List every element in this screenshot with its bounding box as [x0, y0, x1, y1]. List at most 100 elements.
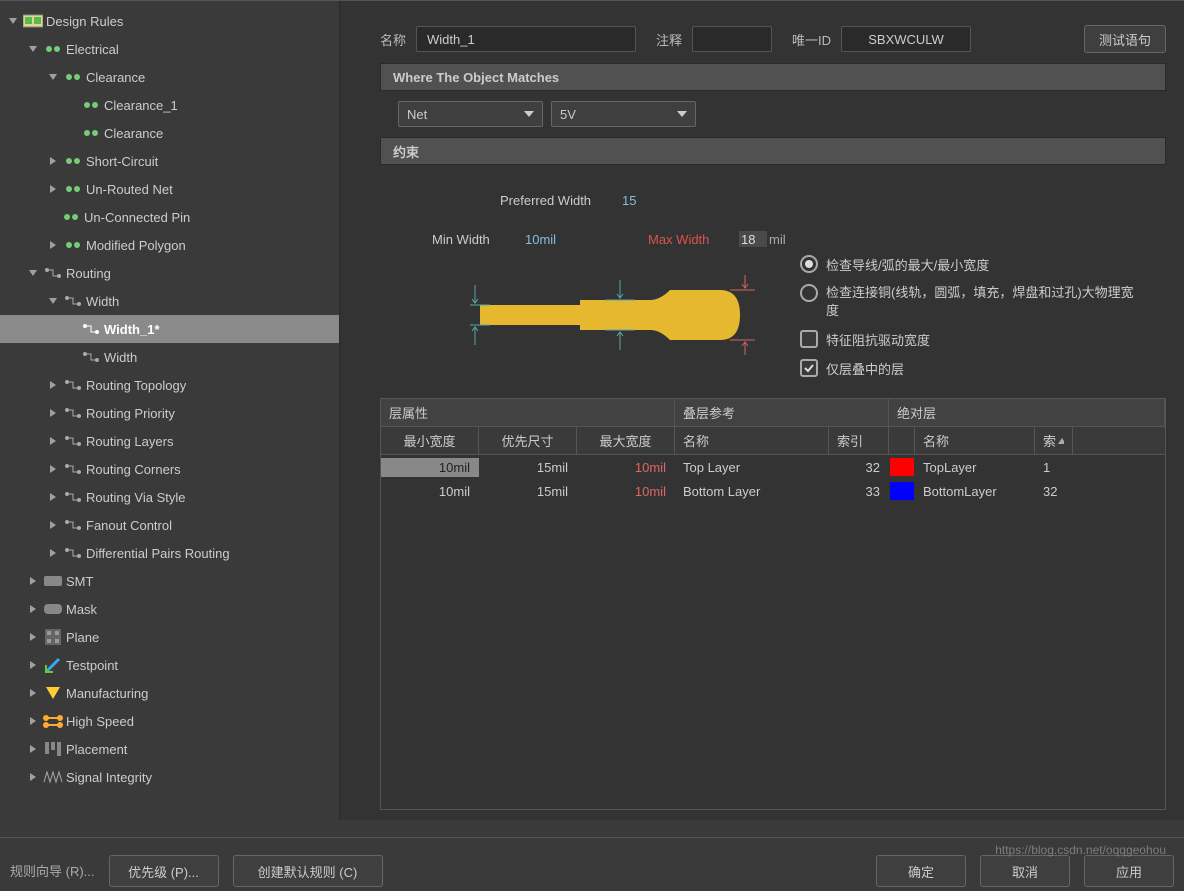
layer-table[interactable]: 层属性 叠层参考 绝对层 最小宽度 优先尺寸 最大宽度 名称 索引 名称 索 1…	[380, 398, 1166, 810]
collapse-icon[interactable]	[46, 490, 60, 504]
cell-abs-name: TopLayer	[915, 458, 1035, 477]
col-header[interactable]: 索	[1035, 427, 1073, 454]
tree-unconnected[interactable]: Un-Connected Pin	[0, 203, 339, 231]
collapse-icon[interactable]	[26, 574, 40, 588]
tree-design-rules[interactable]: Design Rules	[0, 7, 339, 35]
tree-unrouted[interactable]: Un-Routed Net	[0, 175, 339, 203]
expand-icon[interactable]	[26, 266, 40, 280]
collapse-icon[interactable]	[46, 518, 60, 532]
tree-signal-integrity[interactable]: Signal Integrity	[0, 763, 339, 791]
col-header[interactable]: 优先尺寸	[479, 427, 577, 454]
tree-clearance-2[interactable]: Clearance	[0, 119, 339, 147]
option-check-copper[interactable]: 检查连接铜(线轨，圆弧，填充，焊盘和过孔)大物理宽度	[800, 284, 1146, 320]
col-header[interactable]: 最大宽度	[577, 427, 675, 454]
tree-smt[interactable]: SMT	[0, 567, 339, 595]
tree-label: Un-Connected Pin	[84, 210, 190, 225]
option-check-track-arc[interactable]: 检查导线/弧的最大/最小宽度	[800, 255, 1146, 274]
cell-pref[interactable]: 15mil	[479, 458, 577, 477]
tree-width-2[interactable]: Width	[0, 343, 339, 371]
unit-label: mil	[769, 232, 786, 247]
collapse-icon[interactable]	[46, 462, 60, 476]
tree-width-1[interactable]: Width_1*	[0, 315, 339, 343]
cancel-button[interactable]: 取消	[980, 855, 1070, 887]
tree-testpoint[interactable]: Testpoint	[0, 651, 339, 679]
tree-routing[interactable]: Routing	[0, 259, 339, 287]
collapse-icon[interactable]	[26, 658, 40, 672]
ok-button[interactable]: 确定	[876, 855, 966, 887]
collapse-icon[interactable]	[46, 546, 60, 560]
col-header[interactable]: 名称	[675, 427, 829, 454]
expand-icon[interactable]	[46, 70, 60, 84]
query-type-dropdown[interactable]: Net	[398, 101, 543, 127]
tree-routing-layers[interactable]: Routing Layers	[0, 427, 339, 455]
comment-field[interactable]	[692, 26, 772, 52]
expand-icon[interactable]	[6, 14, 20, 28]
table-row[interactable]: 10mil 15mil 10mil Bottom Layer 33 Bottom…	[381, 479, 1165, 503]
tree-clearance[interactable]: Clearance	[0, 63, 339, 91]
dropdown-value: 5V	[560, 107, 576, 122]
option-label: 仅层叠中的层	[826, 359, 904, 378]
collapse-icon[interactable]	[26, 630, 40, 644]
tree-electrical[interactable]: Electrical	[0, 35, 339, 63]
tree-label: Routing Corners	[86, 462, 181, 477]
wizard-link[interactable]: 规则向导 (R)...	[10, 861, 95, 887]
tree-plane[interactable]: Plane	[0, 623, 339, 651]
checkbox-icon[interactable]	[800, 330, 818, 348]
collapse-icon[interactable]	[46, 182, 60, 196]
collapse-icon[interactable]	[46, 378, 60, 392]
checkbox-icon[interactable]	[800, 359, 818, 377]
collapse-icon[interactable]	[46, 434, 60, 448]
col-header[interactable]: 最小宽度	[381, 427, 479, 454]
tree-highspeed[interactable]: High Speed	[0, 707, 339, 735]
tree-routing-corners[interactable]: Routing Corners	[0, 455, 339, 483]
expand-icon[interactable]	[26, 42, 40, 56]
cell-max[interactable]: 10mil	[577, 482, 675, 501]
tree-placement[interactable]: Placement	[0, 735, 339, 763]
cell-min[interactable]: 10mil	[381, 482, 479, 501]
tree-modified-polygon[interactable]: Modified Polygon	[0, 231, 339, 259]
tree-diffpair[interactable]: Differential Pairs Routing	[0, 539, 339, 567]
cell-max[interactable]: 10mil	[577, 458, 675, 477]
col-header[interactable]: 索引	[829, 427, 889, 454]
cell-swatch	[889, 480, 915, 502]
option-stack-layers[interactable]: 仅层叠中的层	[800, 359, 1146, 378]
tree-label: Un-Routed Net	[86, 182, 173, 197]
test-query-button[interactable]: 测试语句	[1084, 25, 1166, 53]
collapse-icon[interactable]	[26, 686, 40, 700]
priority-button[interactable]: 优先级 (P)...	[109, 855, 219, 887]
tree-routing-topology[interactable]: Routing Topology	[0, 371, 339, 399]
group-header: 层属性	[381, 399, 675, 426]
radio-icon[interactable]	[800, 284, 818, 302]
collapse-icon[interactable]	[26, 602, 40, 616]
collapse-icon[interactable]	[26, 714, 40, 728]
max-width-input[interactable]	[738, 230, 768, 248]
collapse-icon[interactable]	[46, 154, 60, 168]
tree-mask[interactable]: Mask	[0, 595, 339, 623]
width-icon	[80, 321, 102, 337]
option-impedance[interactable]: 特征阻抗驱动宽度	[800, 330, 1146, 349]
table-col-header[interactable]: 最小宽度 优先尺寸 最大宽度 名称 索引 名称 索	[381, 427, 1165, 455]
expand-icon[interactable]	[46, 294, 60, 308]
cell-min[interactable]: 10mil	[381, 458, 479, 477]
col-header[interactable]: 名称	[915, 427, 1035, 454]
collapse-icon[interactable]	[46, 406, 60, 420]
max-width-value-box[interactable]: mil	[738, 230, 786, 248]
rules-tree[interactable]: Design Rules Electrical Clearance Cleara…	[0, 1, 340, 820]
tree-width[interactable]: Width	[0, 287, 339, 315]
create-default-button[interactable]: 创建默认规则 (C)	[233, 855, 383, 887]
tree-routing-priority[interactable]: Routing Priority	[0, 399, 339, 427]
apply-button[interactable]: 应用	[1084, 855, 1174, 887]
collapse-icon[interactable]	[26, 742, 40, 756]
table-row[interactable]: 10mil 15mil 10mil Top Layer 32 TopLayer …	[381, 455, 1165, 479]
tree-routing-via[interactable]: Routing Via Style	[0, 483, 339, 511]
tree-fanout[interactable]: Fanout Control	[0, 511, 339, 539]
name-field[interactable]: Width_1	[416, 26, 636, 52]
radio-icon[interactable]	[800, 255, 818, 273]
cell-pref[interactable]: 15mil	[479, 482, 577, 501]
query-value-dropdown[interactable]: 5V	[551, 101, 696, 127]
tree-manufacturing[interactable]: Manufacturing	[0, 679, 339, 707]
collapse-icon[interactable]	[46, 238, 60, 252]
collapse-icon[interactable]	[26, 770, 40, 784]
tree-short-circuit[interactable]: Short-Circuit	[0, 147, 339, 175]
tree-clearance-1[interactable]: Clearance_1	[0, 91, 339, 119]
